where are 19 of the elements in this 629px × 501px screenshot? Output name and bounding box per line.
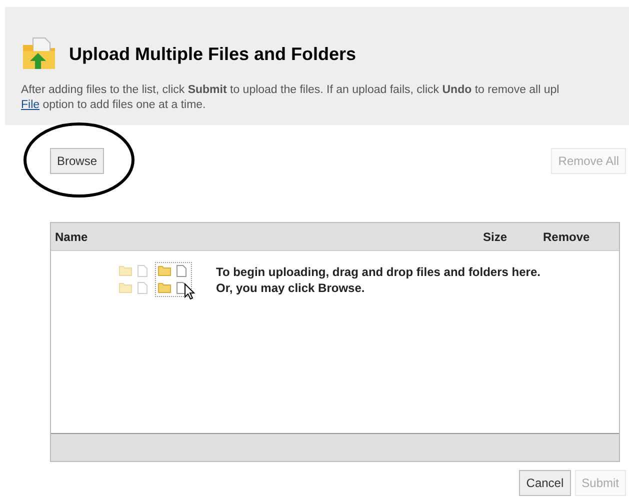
- folder-icon: [119, 265, 132, 276]
- instructions-text: After adding files to the list, click Submit to upload the files. If an upload fails, click Undo to remove all upl File option to add files one at a time.: [21, 83, 560, 113]
- folder-upload-icon: [21, 37, 57, 71]
- cursor-icon: [184, 283, 195, 300]
- column-header: Name: [55, 228, 89, 246]
- file-icon: [176, 265, 187, 277]
- drop-hint-text: To begin uploading, drag and drop files and folders here. Or, you may click Browse.: [216, 264, 540, 296]
- button[interactable]: Browse: [50, 148, 104, 174]
- button[interactable]: Cancel: [519, 470, 571, 496]
- folder-icon: [158, 265, 171, 276]
- file-icon: [176, 282, 187, 294]
- column-header: Remove: [543, 228, 591, 246]
- folder-icon: [119, 282, 132, 293]
- file-icon: [137, 282, 148, 294]
- folder-icon: [158, 282, 171, 293]
- file-icon: [137, 265, 148, 277]
- column-header: Size: [483, 228, 508, 246]
- file-link[interactable]: File: [21, 99, 40, 111]
- dialog-title: Upload Multiple Files and Folders: [69, 42, 356, 66]
